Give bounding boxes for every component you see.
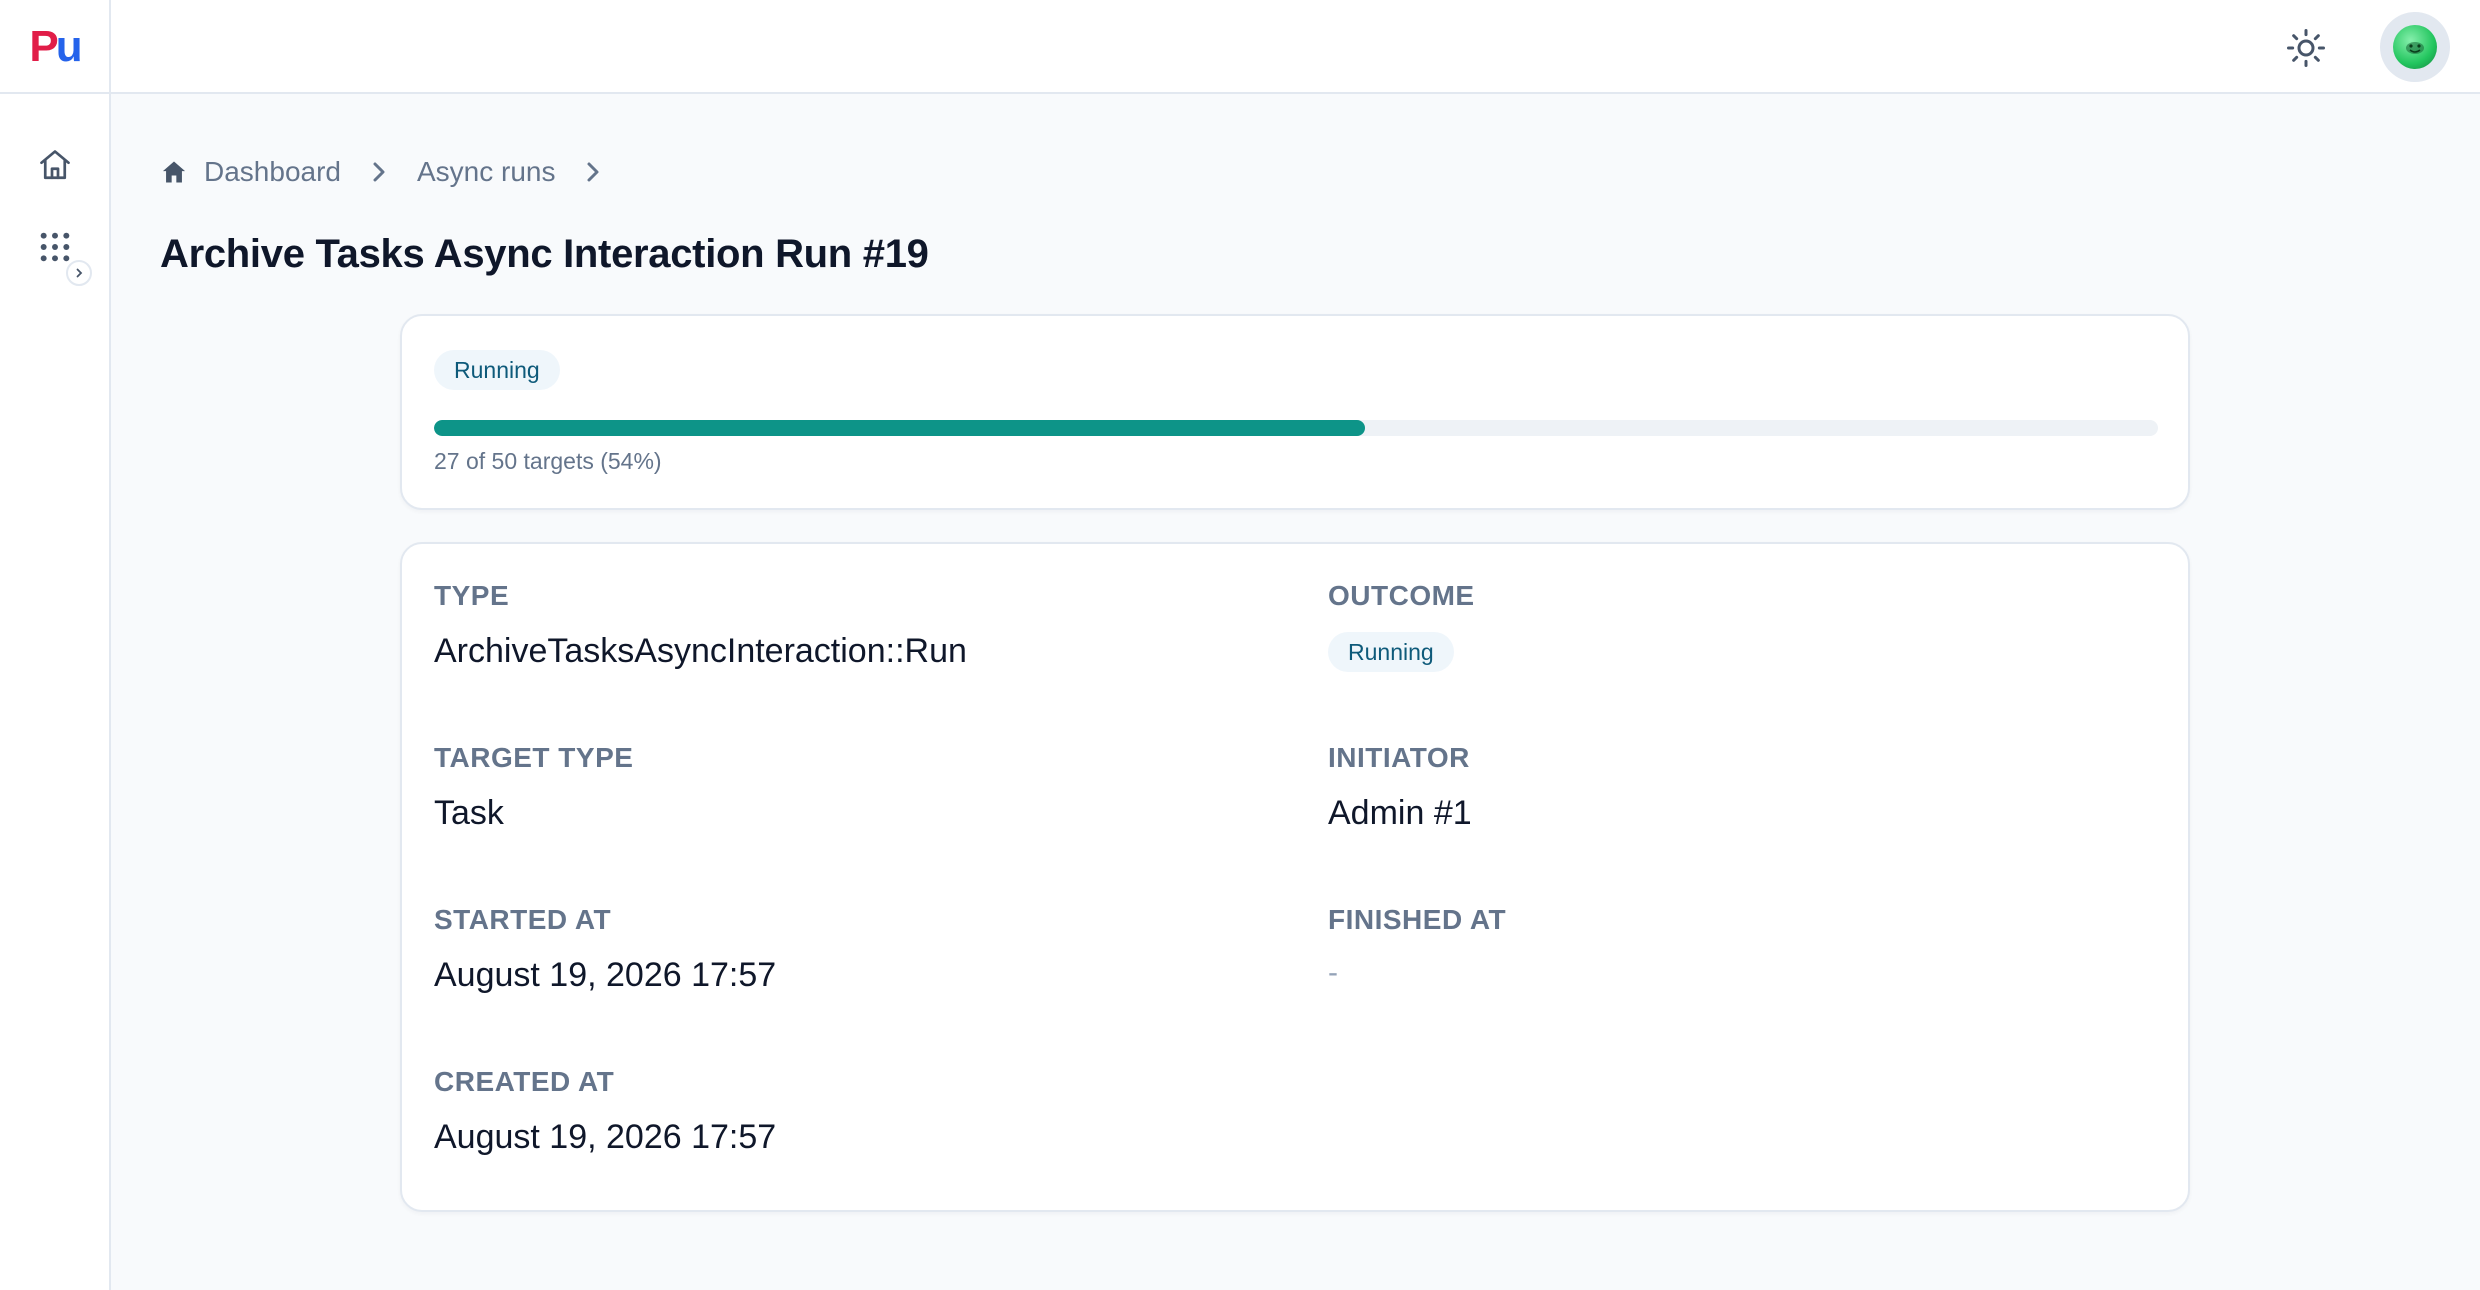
field-value: August 19, 2026 17:57 [434,956,777,994]
breadcrumb-label: Dashboard [204,156,341,187]
field-label: CREATED AT [434,1066,615,1097]
field-label: TYPE [434,580,510,611]
field-type: TYPE ArchiveTasksAsyncInteraction::Run [434,580,967,671]
chevron-right-icon [76,268,83,278]
field-label: FINISHED AT [1328,904,1507,935]
top-bar: Pu [0,0,2480,94]
page-title: Archive Tasks Async Interaction Run #19 [160,232,929,276]
chevron-right-icon [373,162,385,182]
field-started-at: STARTED AT August 19, 2026 17:57 [434,904,776,995]
field-created-at: CREATED AT August 19, 2026 17:57 [434,1066,776,1157]
progress-text: 27 of 50 targets (54%) [434,448,662,474]
logo-text: Pu [29,22,82,71]
sidebar-item-home[interactable] [28,138,82,192]
field-value: Task [434,794,504,832]
field-value: ArchiveTasksAsyncInteraction::Run [434,632,967,670]
theme-toggle-button[interactable] [2282,24,2330,72]
breadcrumb-separator [369,160,389,184]
field-label: OUTCOME [1328,580,1475,611]
breadcrumb-separator [583,160,603,184]
breadcrumb-dashboard[interactable]: Dashboard [160,156,341,188]
field-initiator: INITIATOR Admin #1 [1328,742,1472,833]
avatar-image [2393,25,2437,69]
chevron-right-icon [587,162,599,182]
breadcrumb-label: Async runs [416,156,556,187]
field-outcome: OUTCOME Running [1328,580,1475,672]
home-icon [40,150,70,180]
field-label: INITIATOR [1328,742,1470,773]
sidebar [0,94,111,1290]
progress-bar-fill [434,420,1365,436]
field-finished-at: FINISHED AT - [1328,904,1506,990]
field-label: STARTED AT [434,904,612,935]
outcome-badge: Running [1328,632,1454,672]
field-value: Admin #1 [1328,794,1472,832]
field-value: - [1328,956,1338,989]
details-card: TYPE ArchiveTasksAsyncInteraction::Run O… [400,542,2190,1212]
progress-bar [434,420,2158,436]
sidebar-expand-button[interactable] [66,260,92,286]
breadcrumb-async-runs[interactable]: Async runs [417,156,556,188]
logo[interactable]: Pu [0,0,111,94]
progress-card: Running 27 of 50 targets (54%) [400,314,2190,510]
user-avatar[interactable] [2380,12,2450,82]
breadcrumb: Dashboard Async runs [160,150,631,194]
field-label: TARGET TYPE [434,742,634,773]
sun-icon [2287,29,2325,67]
field-target-type: TARGET TYPE Task [434,742,633,833]
avatar-face-icon [2406,42,2424,54]
field-value: August 19, 2026 17:57 [434,1118,777,1156]
apps-grid-icon [40,232,70,262]
home-icon [162,161,186,183]
status-badge: Running [434,350,560,390]
